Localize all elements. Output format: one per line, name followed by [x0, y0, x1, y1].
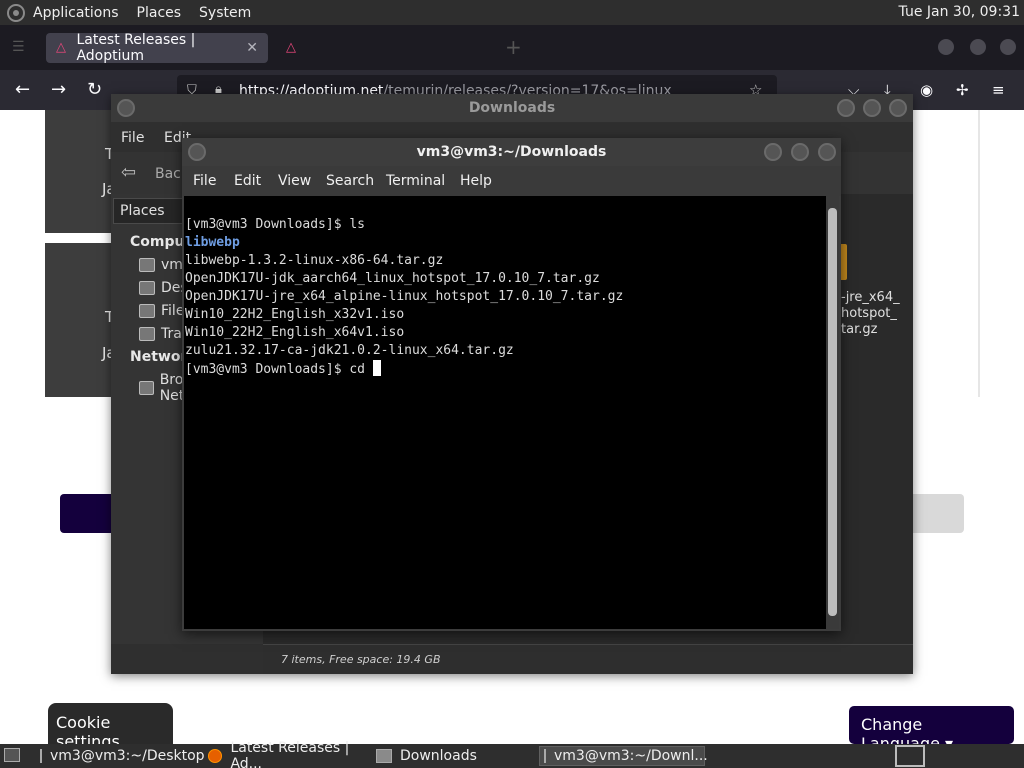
terminal-icon	[40, 749, 42, 763]
cookie-settings-button[interactable]: Cookie settings	[48, 703, 173, 751]
term-menu-view[interactable]: View	[278, 173, 311, 189]
task-downloads-terminal[interactable]: vm3@vm3:~/Downl...	[539, 746, 708, 766]
terminal-line: libwebp-1.3.2-linux-x86-64.tar.gz	[185, 253, 444, 268]
fm-menu-file[interactable]: File	[121, 130, 144, 146]
tab-title: Latest Releases | Adoptium	[76, 32, 196, 64]
folder-icon	[376, 749, 392, 763]
trash-icon	[139, 327, 155, 341]
new-tab-icon[interactable]: +	[505, 35, 522, 59]
tab-inactive[interactable]: △	[276, 33, 486, 63]
terminal-line: libwebp	[185, 235, 240, 250]
home-folder-icon	[139, 258, 155, 272]
adoptium-favicon-icon: △	[56, 40, 66, 55]
term-menu-search[interactable]: Search	[326, 173, 374, 189]
term-menu-edit[interactable]: Edit	[234, 173, 261, 189]
status-text: 7 items, Free space: 19.4 GB	[281, 653, 441, 666]
window-menu-icon[interactable]	[117, 99, 135, 117]
terminal-line: [vm3@vm3 Downloads]$ ls	[185, 217, 366, 232]
terminal-line: Win10_22H2_English_x64v1.iso	[185, 325, 405, 340]
distro-logo-icon[interactable]	[7, 3, 25, 22]
account-icon[interactable]: ◉	[920, 80, 933, 100]
maximize-icon[interactable]	[863, 99, 881, 117]
network-icon	[139, 381, 154, 395]
text-cursor	[372, 360, 381, 376]
tab-latest-releases[interactable]: △ Latest Releases | Adoptium ✕	[46, 32, 268, 64]
back-arrow-icon[interactable]: ⇦	[121, 162, 136, 183]
terminal-titlebar[interactable]: vm3@vm3:~/Downloads	[182, 138, 841, 166]
terminal-line: OpenJDK17U-jre_x64_alpine-linux_hotspot_…	[185, 289, 624, 304]
terminal-title: vm3@vm3:~/Downloads	[416, 144, 607, 160]
file-label[interactable]: -jre_x64_ hotspot_ tar.gz	[841, 290, 900, 338]
terminal-output[interactable]: [vm3@vm3 Downloads]$ ls libwebp libwebp-1.…	[184, 196, 826, 629]
term-menu-help[interactable]: Help	[460, 173, 492, 189]
change-language-button[interactable]: Change Language ▾	[849, 706, 1014, 753]
maximize-icon[interactable]	[791, 143, 809, 161]
adoptium-favicon-icon: △	[286, 40, 296, 55]
minimize-icon[interactable]	[938, 39, 954, 55]
scrollbar-thumb[interactable]	[828, 208, 837, 616]
tab-close-icon[interactable]: ✕	[246, 40, 258, 56]
workspace-switcher[interactable]	[895, 745, 925, 767]
extensions-icon[interactable]: ✢	[956, 80, 969, 100]
show-desktop-icon[interactable]	[4, 748, 20, 762]
top-panel: Applications Places System Tue Jan 30, 0…	[0, 0, 1024, 25]
terminal-menubar: File Edit View Search Terminal Help	[182, 166, 841, 196]
term-menu-file[interactable]: File	[193, 173, 216, 189]
task-downloads[interactable]: Downloads	[372, 746, 536, 766]
terminal-scrollbar[interactable]	[826, 196, 839, 629]
terminal-window: vm3@vm3:~/Downloads File Edit View Searc…	[182, 138, 841, 631]
reload-icon[interactable]: ↻	[87, 80, 102, 100]
app-menu-icon[interactable]: ≡	[992, 80, 1005, 100]
places-dropdown[interactable]: Places	[113, 198, 185, 224]
maximize-icon[interactable]	[970, 39, 986, 55]
minimize-icon[interactable]	[764, 143, 782, 161]
forward-arrow-icon[interactable]: →	[51, 80, 66, 100]
close-window-icon[interactable]	[1000, 39, 1016, 55]
menu-system[interactable]: System	[199, 5, 251, 21]
terminal-input-line[interactable]: [vm3@vm3 Downloads]$ cd	[185, 360, 825, 379]
bottom-taskbar: vm3@vm3:~/Desktop Latest Releases | Ad..…	[0, 740, 1024, 768]
term-menu-terminal[interactable]: Terminal	[386, 173, 445, 189]
close-icon[interactable]	[889, 99, 907, 117]
menu-places[interactable]: Places	[137, 5, 182, 21]
minimize-icon[interactable]	[837, 99, 855, 117]
close-icon[interactable]	[818, 143, 836, 161]
window-menu-icon[interactable]	[188, 143, 206, 161]
clock[interactable]: Tue Jan 30, 09:31	[899, 4, 1020, 20]
task-desktop-terminal[interactable]: vm3@vm3:~/Desktop	[36, 746, 205, 766]
fm-titlebar[interactable]: Downloads	[111, 94, 913, 122]
fm-title: Downloads	[468, 100, 556, 116]
terminal-line: Win10_22H2_English_x32v1.iso	[185, 307, 405, 322]
desktop-icon	[139, 281, 155, 295]
drive-icon	[139, 304, 155, 318]
card-border	[978, 110, 980, 397]
browser-tabbar: ☰ △ Latest Releases | Adoptium ✕ △ +	[0, 25, 1024, 70]
terminal-line: zulu21.32.17-ca-jdk21.0.2-linux_x64.tar.…	[185, 343, 514, 358]
tab-list-icon[interactable]: ☰	[12, 39, 25, 55]
terminal-line: OpenJDK17U-jdk_aarch64_linux_hotspot_17.…	[185, 271, 600, 286]
fm-statusbar: 7 items, Free space: 19.4 GB	[263, 644, 913, 674]
menu-applications[interactable]: Applications	[33, 5, 119, 21]
firefox-icon	[208, 749, 223, 763]
task-firefox[interactable]: Latest Releases | Ad...	[204, 740, 368, 768]
back-arrow-icon[interactable]: ←	[15, 80, 30, 100]
terminal-icon	[544, 749, 546, 763]
